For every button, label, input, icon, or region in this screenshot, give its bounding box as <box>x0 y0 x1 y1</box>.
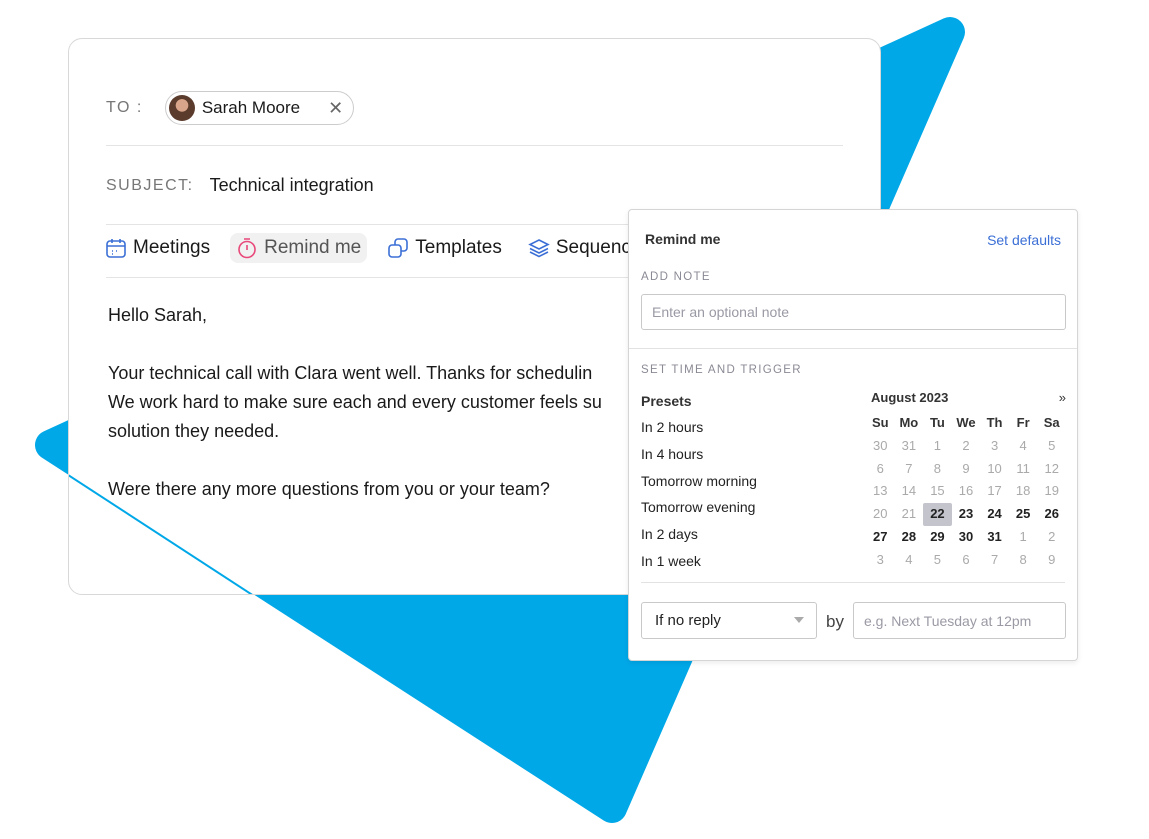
condition-value: If no reply <box>655 612 721 629</box>
calendar-day[interactable]: 15 <box>923 480 952 503</box>
set-defaults-link[interactable]: Set defaults <box>987 232 1061 248</box>
chevron-down-icon <box>794 617 804 628</box>
calendar-day[interactable]: 17 <box>980 480 1009 503</box>
preset-option[interactable]: In 2 days <box>641 526 698 542</box>
calendar-day[interactable]: 30 <box>952 526 981 549</box>
calendar-day[interactable]: 1 <box>923 435 952 458</box>
preset-option[interactable]: In 4 hours <box>641 446 703 462</box>
popup-title: Remind me <box>645 231 721 247</box>
weekday-label: Tu <box>929 415 945 430</box>
condition-select[interactable]: If no reply <box>641 602 817 639</box>
add-note-label: ADD NOTE <box>641 271 711 283</box>
calendar-day[interactable]: 4 <box>1009 435 1038 458</box>
calendar-day[interactable]: 5 <box>1037 435 1066 458</box>
calendar-day[interactable]: 12 <box>1037 458 1066 481</box>
preset-option[interactable]: In 2 hours <box>641 419 703 435</box>
calendar-day[interactable]: 7 <box>895 458 924 481</box>
calendar-day[interactable]: 7 <box>980 549 1009 572</box>
calendar-day[interactable]: 18 <box>1009 480 1038 503</box>
by-label: by <box>826 612 844 631</box>
presets-title: Presets <box>641 393 692 409</box>
calendar-day[interactable]: 13 <box>866 480 895 503</box>
date-input[interactable]: e.g. Next Tuesday at 12pm <box>853 602 1066 639</box>
weekday-label: Mo <box>899 415 919 430</box>
calendar-day[interactable]: 11 <box>1009 458 1038 481</box>
calendar-day[interactable]: 31 <box>980 526 1009 549</box>
calendar-month: August 2023 <box>871 390 949 405</box>
weekday-label: Th <box>986 415 1003 430</box>
remind-me-popup: Remind me Set defaults ADD NOTE Enter an… <box>628 209 1078 661</box>
calendar-day[interactable]: 5 <box>923 549 952 572</box>
preset-option[interactable]: Tomorrow evening <box>641 499 755 515</box>
preset-option[interactable]: In 1 week <box>641 553 701 569</box>
weekday-label: Su <box>871 415 889 430</box>
calendar-day[interactable]: 6 <box>866 458 895 481</box>
calendar-day[interactable]: 21 <box>895 503 924 526</box>
weekday-label: We <box>956 415 976 430</box>
calendar-day[interactable]: 6 <box>952 549 981 572</box>
calendar-day[interactable]: 3 <box>866 549 895 572</box>
calendar-day[interactable]: 1 <box>1009 526 1038 549</box>
calendar-day[interactable]: 23 <box>952 503 981 526</box>
calendar-day[interactable]: 14 <box>895 480 924 503</box>
calendar-day[interactable]: 2 <box>952 435 981 458</box>
calendar-day[interactable]: 8 <box>1009 549 1038 572</box>
calendar-day[interactable]: 30 <box>866 435 895 458</box>
trigger-label: SET TIME AND TRIGGER <box>641 364 802 376</box>
calendar-day[interactable]: 27 <box>866 526 895 549</box>
calendar-day[interactable]: 28 <box>895 526 924 549</box>
calendar-day[interactable]: 4 <box>895 549 924 572</box>
calendar-day[interactable]: 26 <box>1037 503 1066 526</box>
weekday-label: Sa <box>1043 415 1060 430</box>
calendar-day[interactable]: 20 <box>866 503 895 526</box>
calendar-day[interactable]: 22 <box>923 503 952 526</box>
calendar-day[interactable]: 10 <box>980 458 1009 481</box>
calendar-day[interactable]: 19 <box>1037 480 1066 503</box>
calendar: August 2023 » Su Mo Tu We Th Fr Sa 30 31 1 2 3 4 5 6 7… <box>866 390 1066 572</box>
calendar-day[interactable]: 8 <box>923 458 952 481</box>
next-month-button[interactable]: » <box>1059 390 1066 412</box>
calendar-day[interactable]: 29 <box>923 526 952 549</box>
preset-option[interactable]: Tomorrow morning <box>641 473 757 489</box>
calendar-day[interactable]: 31 <box>895 435 924 458</box>
calendar-day[interactable]: 24 <box>980 503 1009 526</box>
calendar-day[interactable]: 3 <box>980 435 1009 458</box>
calendar-day[interactable]: 2 <box>1037 526 1066 549</box>
calendar-day[interactable]: 16 <box>952 480 981 503</box>
calendar-day[interactable]: 9 <box>952 458 981 481</box>
calendar-day[interactable]: 25 <box>1009 503 1038 526</box>
weekday-label: Fr <box>1016 415 1030 430</box>
note-input[interactable]: Enter an optional note <box>641 294 1066 330</box>
calendar-day[interactable]: 9 <box>1037 549 1066 572</box>
